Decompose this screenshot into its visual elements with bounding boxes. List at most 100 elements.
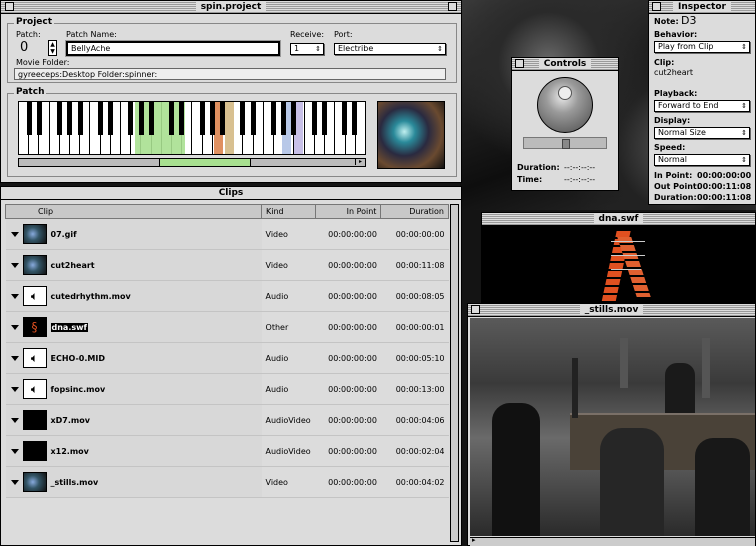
disclosure-triangle-icon[interactable] [10,386,19,392]
col-header-in-point[interactable]: In Point [314,204,382,219]
patch-stepper[interactable]: ▲ ▼ [48,40,57,56]
movie-controller[interactable]: ▸ [470,536,755,546]
piano-black-key[interactable] [220,102,226,135]
disclosure-triangle-icon[interactable] [10,262,19,268]
clips-titlebar[interactable]: Clips [1,187,461,200]
close-box-icon[interactable] [652,2,661,11]
disclosure-triangle-icon[interactable] [10,448,19,454]
piano-black-key[interactable] [281,102,287,135]
piano-black-key[interactable] [57,102,63,135]
clip-row[interactable]: 🔈︎ ECHO-0.MID Audio 00:00:00:00 00:00:05:10 [5,342,449,374]
piano-black-key[interactable] [148,102,154,135]
port-select[interactable]: Electribe ⇕ [334,43,446,55]
play-icon[interactable]: ▸ [472,536,476,544]
speed-label: Speed: [654,143,686,152]
disclosure-triangle-icon[interactable] [10,355,19,361]
position-slider[interactable] [523,137,607,149]
in-point-cell: 00:00:00:00 [315,404,381,436]
play-knob[interactable] [537,77,593,133]
dna-title: dna.swf [593,214,644,224]
piano-black-key[interactable] [240,102,246,135]
controls-titlebar[interactable]: Controls [512,58,618,71]
disclosure-triangle-icon[interactable] [10,293,19,299]
playback-select[interactable]: Forward to End ⇕ [654,100,750,112]
col-header-kind[interactable]: Kind [261,204,316,219]
project-titlebar[interactable]: spin.project [1,1,461,14]
piano-black-key[interactable] [97,102,103,135]
piano-black-key[interactable] [67,102,73,135]
speaker-icon: 🔈︎ [22,379,47,399]
disclosure-triangle-icon[interactable] [10,324,19,330]
dna-titlebar[interactable]: dna.swf [482,213,755,226]
piano-black-key[interactable] [270,102,276,135]
behavior-select[interactable]: Play from Clip ⇕ [654,41,750,53]
piano-black-key[interactable] [342,102,348,135]
scroll-right-arrow-icon[interactable]: ▸ [355,158,365,165]
piano-black-key[interactable] [352,102,358,135]
clips-scrollbar[interactable] [450,204,459,542]
piano-black-key[interactable] [291,102,297,135]
clip-cell[interactable]: 🔈︎ ECHO-0.MID [5,342,262,374]
keyboard-scrollbar[interactable]: ▸ [18,158,366,167]
helix-rung [611,269,641,270]
patch-section-label: Patch [14,87,47,97]
flag [620,338,628,388]
clip-row[interactable]: _stills.mov Video 00:00:00:00 00:00:04:02 [5,466,449,498]
clip-cell[interactable]: cut2heart [5,249,262,281]
piano-black-key[interactable] [26,102,32,135]
flag [702,338,710,398]
clip-cell[interactable]: xD7.mov [5,404,262,436]
updown-arrow-icon: ⇕ [741,129,747,137]
clip-cell[interactable]: 🔈︎ cutedrhythm.mov [5,280,262,312]
col-header-duration[interactable]: Duration [380,204,449,219]
close-box-icon[interactable] [5,2,14,11]
piano-black-key[interactable] [36,102,42,135]
col-header-clip[interactable]: Clip [4,204,263,219]
lamp [572,358,578,418]
controls-title: Controls [538,59,592,69]
time-label: Time: [517,175,543,184]
clip-row[interactable]: § dna.swf Other 00:00:00:00 00:00:00:01 [5,311,449,343]
inspector-titlebar[interactable]: Inspector [649,1,755,14]
close-box-icon[interactable] [471,305,480,314]
receive-select[interactable]: 1 ⇕ [290,43,324,55]
clip-cell[interactable]: 07.gif [5,218,262,250]
piano-black-key[interactable] [77,102,83,135]
disclosure-triangle-icon[interactable] [10,479,19,485]
clip-row[interactable]: x12.mov AudioVideo 00:00:00:00 00:00:02:04 [5,435,449,467]
clip-row[interactable]: 🔈︎ cutedrhythm.mov Audio 00:00:00:00 00:00:0… [5,280,449,312]
piano-black-key[interactable] [179,102,185,135]
piano-black-key[interactable] [311,102,317,135]
piano-black-key[interactable] [209,102,215,135]
piano-black-key[interactable] [128,102,134,135]
duration-label: Duration: [654,193,697,202]
speed-select[interactable]: Normal ⇕ [654,154,750,166]
patch-name-label: Patch Name: [66,30,117,39]
scroll-thumb[interactable] [159,159,251,166]
piano-black-key[interactable] [138,102,144,135]
piano-black-key[interactable] [250,102,256,135]
piano-black-key[interactable] [321,102,327,135]
disclosure-triangle-icon[interactable] [10,231,19,237]
clip-cell[interactable]: 🔈︎ fopsinc.mov [5,373,262,405]
clip-cell[interactable]: _stills.mov [5,466,262,498]
clip-cell[interactable]: x12.mov [5,435,262,467]
clip-row[interactable]: xD7.mov AudioVideo 00:00:00:00 00:00:04:06 [5,404,449,436]
disclosure-triangle-icon[interactable] [10,417,19,423]
updown-arrow-icon: ⇕ [741,102,747,110]
clip-row[interactable]: cut2heart Video 00:00:00:00 00:00:11:08 [5,249,449,281]
clip-row[interactable]: 07.gif Video 00:00:00:00 00:00:00:00 [5,218,449,250]
display-select[interactable]: Normal Size ⇕ [654,127,750,139]
close-box-icon[interactable] [515,59,524,68]
patch-name-field[interactable]: BellyAche [65,40,281,57]
zoom-box-icon[interactable] [448,2,457,11]
project-title: spin.project [195,2,267,12]
piano-black-key[interactable] [169,102,175,135]
piano-black-key[interactable] [199,102,205,135]
movie-folder-field[interactable]: gyreeceps:Desktop Folder:spinner: [14,68,446,80]
stills-titlebar[interactable]: _stills.mov [468,304,755,317]
slider-thumb[interactable] [562,139,570,149]
clip-cell[interactable]: § dna.swf [5,311,262,343]
clip-row[interactable]: 🔈︎ fopsinc.mov Audio 00:00:00:00 00:00:13:00 [5,373,449,405]
piano-black-key[interactable] [108,102,114,135]
